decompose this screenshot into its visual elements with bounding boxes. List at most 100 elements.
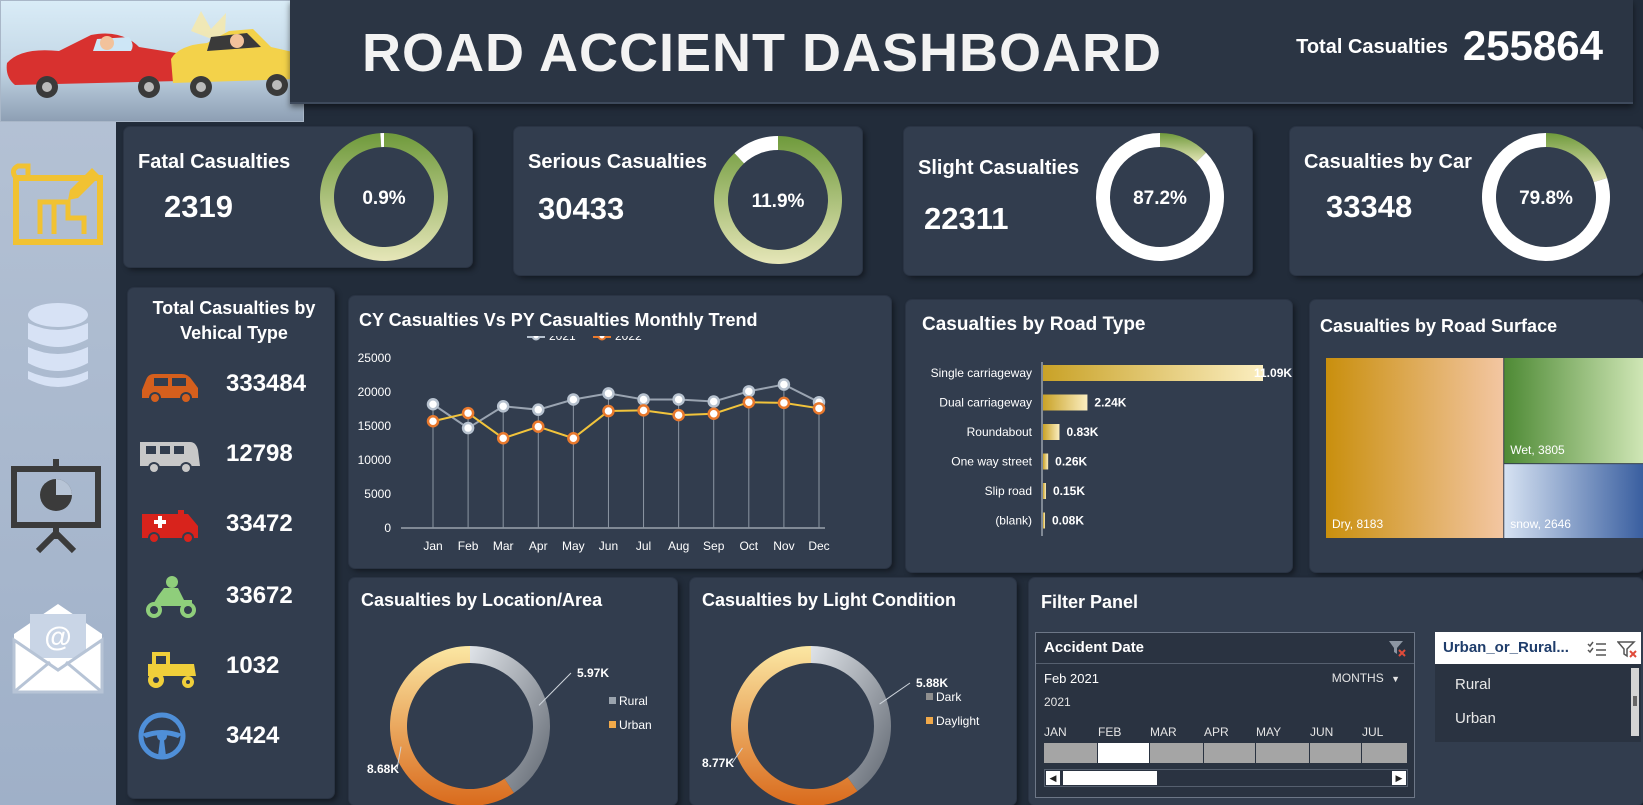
accident-date-timeline[interactable]: Accident Date Feb 2021 MONTHS ▼ 2021 JAN… (1035, 632, 1415, 798)
category-label: (blank) (995, 514, 1032, 528)
timeline-month-label: JAN (1044, 725, 1067, 739)
road-surface-panel: Casualties by Road Surface Dry, 8183 Wet,… (1310, 300, 1643, 572)
kpi-value: 30433 (538, 191, 625, 226)
timeline-month-label: MAY (1256, 725, 1282, 739)
donut-filled-segment (1160, 133, 1207, 163)
timeline-month-cell[interactable] (1310, 743, 1362, 763)
car-icon (142, 374, 198, 404)
timeline-year-label: 2021 (1044, 695, 1071, 709)
data-label: 0.26K (1055, 455, 1087, 469)
category-label: Slip road (985, 484, 1032, 498)
data-point-2021 (777, 378, 791, 391)
monthly-trend-panel: CY Casualties Vs PY Casualties Monthly T… (349, 296, 891, 568)
data-point-2022 (637, 404, 650, 417)
timeline-header: Accident Date (1044, 639, 1145, 656)
bar (1043, 394, 1088, 411)
total-casualties-value: 255864 (1462, 22, 1603, 69)
vehicle-row-car: 333484 (138, 360, 328, 410)
scroll-left-icon[interactable]: ◀ (1046, 771, 1060, 785)
kpi-title: Fatal Casualties (138, 151, 291, 173)
slicer-item-urban[interactable]: Urban (1455, 710, 1496, 727)
data-point-2022 (602, 404, 615, 418)
x-tick-label: Aug (668, 539, 689, 553)
x-tick-label: Mar (493, 539, 514, 553)
clear-filter-icon[interactable] (1616, 640, 1637, 658)
timeline-selection-label: Feb 2021 (1044, 671, 1099, 686)
timeline-level-dropdown[interactable]: MONTHS ▼ (1332, 671, 1400, 685)
treemap-label: Wet, 3805 (1510, 443, 1565, 457)
kpi-card-fatal: Fatal Casualties 2319 0.9% (124, 127, 472, 267)
vehicle-value: 3424 (226, 722, 280, 749)
legend-label: Rural (619, 694, 648, 708)
x-tick-label: Dec (808, 539, 829, 553)
data-point-2021 (461, 421, 475, 435)
series-line-2022 (432, 401, 820, 440)
legend-marker (597, 336, 607, 341)
kpi-value: 22311 (924, 201, 1009, 236)
timeline-scrollbar[interactable]: ◀ ▶ (1044, 769, 1408, 787)
timeline-month-cell[interactable] (1150, 743, 1204, 763)
bar (1043, 424, 1060, 440)
chevron-down-icon: ▼ (1391, 674, 1400, 684)
presentation-icon[interactable] (8, 455, 108, 555)
kpi-donut: 11.9% (714, 136, 842, 264)
clear-filter-icon[interactable] (1388, 639, 1406, 657)
slicer-scrollbar[interactable] (1631, 668, 1639, 736)
slicer-item-rural[interactable]: Rural (1455, 676, 1491, 693)
blueprint-icon[interactable] (8, 160, 108, 260)
light-condition-donut-chart: 5.88K 8.77K Dark Daylight (702, 646, 980, 805)
chart-title: Casualties by Location/Area (361, 590, 603, 610)
vehicle-row-campervan: 12798 (138, 430, 328, 480)
road-type-chart: Single carriageway 11.09K Dual carriageway… (931, 362, 1292, 536)
timeline-month-cell[interactable] (1204, 743, 1256, 763)
y-tick-label: 5000 (364, 487, 391, 501)
kpi-value: 2319 (164, 189, 233, 224)
data-point-2021 (602, 387, 615, 400)
vehicle-row-other: 3424 (138, 712, 328, 762)
timeline-month-label: APR (1204, 725, 1229, 739)
value-label: 5.97K (577, 666, 609, 680)
email-icon[interactable]: @ (8, 600, 108, 700)
series-line-2021 (432, 383, 820, 430)
x-tick-label: Sep (703, 539, 725, 553)
value-label: 5.88K (916, 676, 948, 690)
timeline-month-cell-selected[interactable] (1098, 743, 1150, 763)
kpi-donut: 87.2% (1096, 133, 1224, 261)
kpi-value: 33348 (1326, 189, 1413, 224)
slice-rural (470, 646, 550, 793)
legend-swatch (926, 693, 933, 700)
scrollbar-thumb[interactable] (1063, 771, 1157, 785)
data-label: 0.15K (1053, 484, 1085, 498)
legend-label: Dark (936, 690, 962, 704)
multi-select-icon[interactable] (1587, 640, 1607, 658)
light-condition-panel: Casualties by Light Condition 5.88K 8.77K… (690, 578, 1016, 805)
data-point-2022 (812, 402, 826, 415)
value-label: 8.77K (702, 756, 734, 770)
donut-highlight-segment (734, 136, 778, 164)
legend-label: 2021 (549, 336, 576, 343)
dashboard-header: ROAD ACCIENT DASHBOARD Total Casualties … (290, 0, 1633, 104)
legend-marker (531, 336, 541, 341)
vehicle-row-ambulance: 33472 (138, 500, 328, 550)
database-icon[interactable] (8, 295, 108, 395)
category-label: Dual carriageway (939, 396, 1032, 410)
kpi-card-car: Casualties by Car 33348 79.8% (1290, 127, 1643, 275)
data-point-2021 (672, 393, 685, 406)
urban-rural-slicer[interactable]: Urban_or_Rural... Rural Urban (1435, 632, 1641, 742)
donut-filled-segment (1546, 133, 1608, 183)
steering-wheel-icon (138, 712, 186, 760)
vehicle-type-panel: Total Casualties by Vehical Type 333484 … (128, 288, 334, 798)
category-label: Roundabout (967, 425, 1033, 439)
timeline-month-cell[interactable] (1362, 743, 1408, 763)
ambulance-icon (142, 510, 198, 544)
timeline-month-cell[interactable] (1256, 743, 1310, 763)
category-label: One way street (951, 455, 1032, 469)
slicer-header: Urban_or_Rural... (1443, 639, 1569, 656)
kpi-title: Serious Casualties (528, 151, 707, 173)
timeline-month-cell[interactable] (1044, 743, 1098, 763)
scroll-right-icon[interactable]: ▶ (1392, 771, 1406, 785)
x-tick-label: Jul (636, 539, 651, 553)
data-point-2022 (707, 407, 720, 421)
data-point-2021 (742, 385, 756, 398)
bar (1043, 512, 1045, 529)
